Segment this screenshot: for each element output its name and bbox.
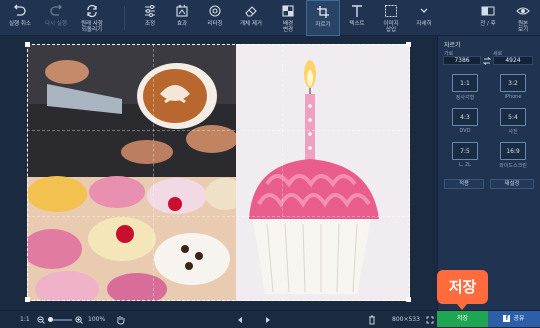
collage-image: [27, 44, 410, 301]
photo-canvas[interactable]: [27, 44, 410, 301]
photo-editor-window: 실행 취소 다시 실행 원래 사항 되돌리기 조정 효과 리터칭 개체 제거 배…: [0, 0, 540, 328]
undo-icon: [14, 4, 26, 16]
retouch-icon: [209, 5, 221, 17]
insert-image-icon: [385, 5, 397, 17]
zoom-in-icon[interactable]: [75, 316, 83, 324]
effects-icon: [176, 4, 188, 17]
crop-handle-bottom-left[interactable]: [25, 297, 30, 302]
adjust-label: 조정: [144, 21, 156, 27]
undo-label: 실행 취소: [9, 21, 31, 27]
apply-button[interactable]: 적용: [444, 179, 484, 189]
page-indicator: 1:1: [20, 316, 30, 323]
change-background-button[interactable]: 배경 변경: [270, 0, 306, 36]
more-label: 자세히: [416, 21, 432, 27]
text-button[interactable]: 텍스트: [340, 0, 374, 36]
next-icon[interactable]: [264, 316, 272, 324]
insert-image-label: 이미지 삽입: [383, 21, 399, 33]
zoom-level: 100%: [88, 316, 106, 323]
zoom-out-icon[interactable]: [37, 316, 45, 324]
retouch-button[interactable]: 리터칭: [198, 0, 232, 36]
more-button[interactable]: 자세히: [410, 0, 438, 36]
image-size: 800×533: [392, 316, 420, 323]
toolbar-divider: [124, 6, 125, 30]
crop-panel-title: 자르기: [444, 42, 461, 49]
redo-label: 다시 실행: [45, 21, 67, 27]
text-label: 텍스트: [349, 21, 365, 27]
ratio-7-5-label: L, 2L: [459, 162, 471, 168]
before-after-button[interactable]: 전 / 후: [470, 0, 506, 36]
retouch-label: 리터칭: [207, 21, 223, 27]
ratio-4-3-button[interactable]: 4:3: [452, 108, 478, 126]
ratio-4-3-label: DVD: [459, 128, 471, 134]
eraser-icon: [245, 6, 257, 17]
ratio-1-1-label: 정사각형: [455, 95, 475, 101]
effects-label: 효과: [176, 21, 188, 27]
more-icon: [420, 8, 428, 13]
ratio-5-4-button[interactable]: 5:4: [500, 108, 526, 126]
view-original-label: 원본 보기: [517, 21, 529, 33]
remove-object-button[interactable]: 개체 제거: [232, 0, 270, 36]
adjust-button[interactable]: 조정: [134, 0, 166, 36]
crop-handle-top-right[interactable]: [406, 42, 411, 47]
ratio-7-5-button[interactable]: 7:5: [452, 142, 478, 160]
background-icon: [282, 5, 294, 17]
crop-icon: [317, 6, 329, 18]
before-after-label: 전 / 후: [480, 21, 496, 27]
crop-grid-line: [27, 130, 410, 131]
remove-object-label: 개체 제거: [240, 21, 262, 27]
facebook-icon: f: [503, 315, 511, 322]
ratio-16-9-button[interactable]: 16:9: [500, 142, 526, 160]
insert-image-button[interactable]: 이미지 삽입: [374, 0, 408, 36]
crop-grid-line: [153, 44, 154, 301]
crop-grid-line: [282, 44, 283, 301]
ratio-1-1-button[interactable]: 1:1: [452, 74, 478, 92]
sliders-icon: [145, 5, 155, 17]
crop-button[interactable]: 자르기: [306, 0, 340, 36]
top-toolbar: 실행 취소 다시 실행 원래 사항 되돌리기 조정 효과 리터칭 개체 제거 배…: [0, 0, 540, 36]
hand-tool-icon[interactable]: [116, 315, 125, 325]
ratio-3-2-button[interactable]: 3:2: [500, 74, 526, 92]
redo-icon: [50, 4, 62, 16]
text-icon: [352, 5, 362, 17]
height-field[interactable]: 4924: [493, 56, 533, 65]
width-field[interactable]: 7386: [443, 56, 481, 65]
revert-icon: [87, 4, 97, 18]
resize-icon[interactable]: [426, 316, 434, 324]
reset-button[interactable]: 재설정: [490, 179, 534, 189]
share-label: 공유: [513, 315, 525, 322]
ratio-3-2-label: iPhone: [504, 94, 522, 100]
eye-icon: [516, 7, 530, 15]
revert-button[interactable]: 원래 사항 되돌리기: [74, 0, 110, 36]
crop-label: 자르기: [315, 22, 331, 28]
crop-panel: 자르기 가로 세로 7386 4924 1:1 3:2 정사각형 iPhone …: [437, 36, 540, 310]
trash-icon[interactable]: [368, 315, 376, 325]
revert-label: 원래 사항 되돌리기: [81, 21, 103, 33]
crop-grid-line: [27, 216, 410, 217]
zoom-slider-handle[interactable]: [48, 317, 53, 322]
change-background-label: 배경 변경: [282, 21, 294, 33]
share-button[interactable]: f 공유: [488, 311, 540, 327]
canvas-area: [0, 36, 437, 310]
redo-button[interactable]: 다시 실행: [38, 0, 74, 36]
effects-button[interactable]: 효과: [166, 0, 198, 36]
swap-icon[interactable]: [483, 57, 491, 65]
view-original-button[interactable]: 원본 보기: [508, 0, 538, 36]
undo-button[interactable]: 실행 취소: [2, 0, 38, 36]
crop-handle-top-left[interactable]: [25, 42, 30, 47]
save-button[interactable]: 저장: [437, 311, 488, 327]
previous-icon[interactable]: [236, 316, 244, 324]
save-callout: 저장: [437, 270, 488, 310]
before-after-icon: [481, 6, 495, 16]
ratio-16-9-label: 와이드스크린: [499, 163, 527, 169]
ratio-5-4-label: 사진: [508, 129, 518, 135]
crop-handle-bottom-right[interactable]: [406, 297, 411, 302]
